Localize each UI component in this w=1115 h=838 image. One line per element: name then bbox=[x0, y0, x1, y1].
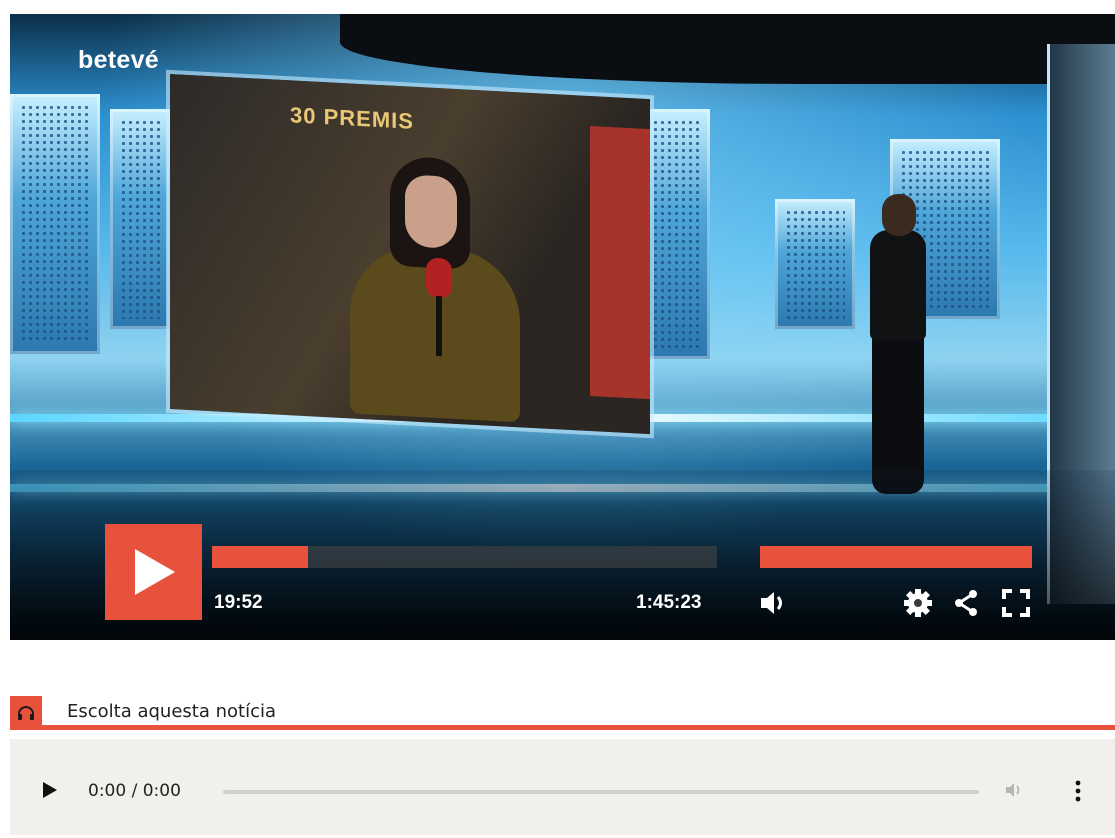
studio-pillar-middle bbox=[775, 199, 855, 329]
audio-player[interactable]: 0:00 / 0:00 bbox=[10, 739, 1115, 835]
listen-news-label: Escolta aquesta notícia bbox=[67, 701, 277, 722]
volume-button[interactable] bbox=[756, 586, 792, 620]
volume-icon[interactable] bbox=[1004, 780, 1024, 800]
volume-icon bbox=[761, 592, 782, 614]
audio-time: 0:00 / 0:00 bbox=[88, 781, 181, 801]
video-progress-bar[interactable] bbox=[212, 546, 717, 568]
studio-pillar-left bbox=[10, 94, 100, 354]
fullscreen-button[interactable] bbox=[998, 586, 1034, 620]
share-button[interactable] bbox=[948, 586, 984, 620]
fullscreen-icon bbox=[1002, 589, 1030, 617]
accent-divider bbox=[10, 725, 1115, 730]
volume-slider[interactable] bbox=[760, 546, 1032, 568]
presenter-figure bbox=[860, 194, 940, 504]
reporter-figure bbox=[350, 153, 520, 423]
share-icon bbox=[955, 590, 977, 616]
play-icon bbox=[134, 549, 175, 595]
studio-video-wall: 30 PREMIS bbox=[170, 74, 650, 435]
video-progress-fill bbox=[212, 546, 308, 568]
settings-button[interactable] bbox=[900, 586, 936, 620]
play-button[interactable] bbox=[105, 524, 202, 620]
total-time: 1:45:23 bbox=[636, 592, 702, 613]
channel-logo: betevé bbox=[78, 46, 160, 74]
video-player[interactable]: 30 PREMIS betevé 19:52 1:45:23 bbox=[10, 14, 1115, 640]
studio-ceiling bbox=[340, 14, 1115, 84]
audio-progress-bar[interactable] bbox=[223, 790, 979, 794]
more-options-icon[interactable] bbox=[1073, 779, 1083, 803]
listen-news-header: Escolta aquesta notícia bbox=[10, 696, 1115, 730]
settings-icon bbox=[904, 589, 932, 617]
backdrop-text: 30 PREMIS bbox=[290, 102, 414, 134]
headphones-icon bbox=[18, 706, 34, 720]
headphones-badge bbox=[10, 696, 42, 730]
play-icon[interactable] bbox=[42, 781, 58, 799]
current-time: 19:52 bbox=[214, 592, 263, 613]
studio-pillar-left-2 bbox=[110, 109, 170, 329]
